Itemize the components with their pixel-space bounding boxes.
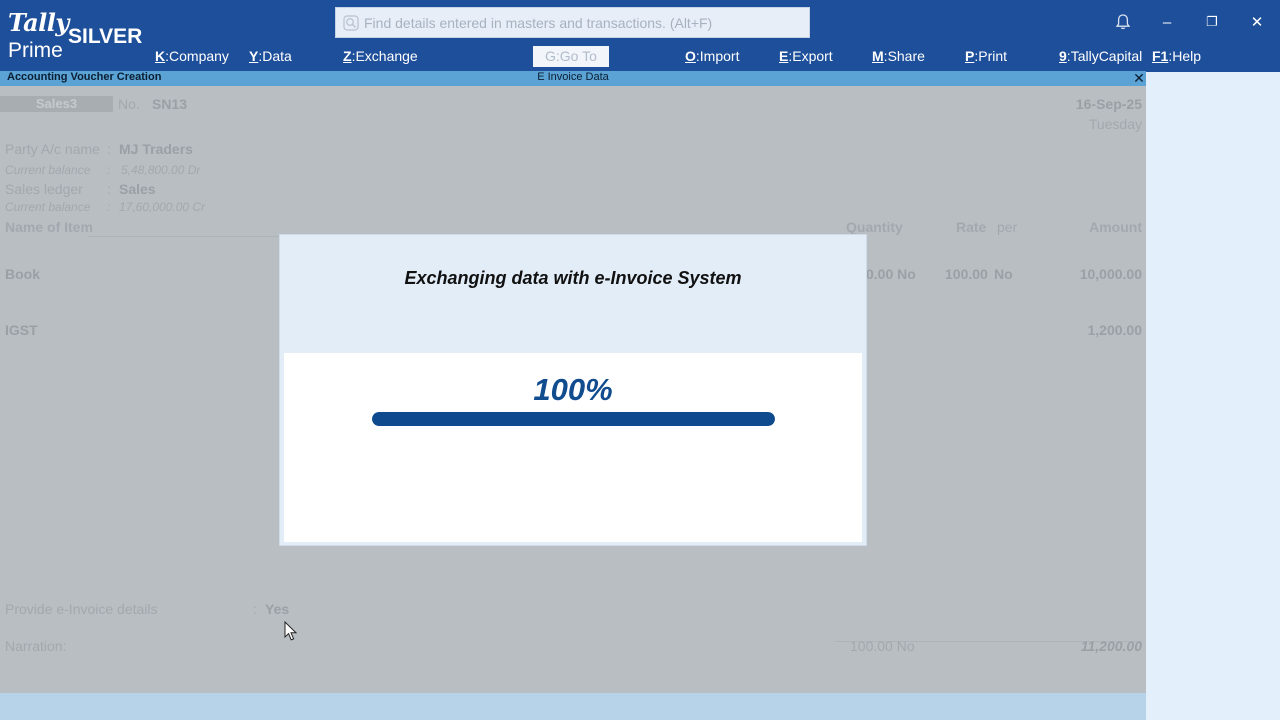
einvoice-details-label: Provide e-Invoice details bbox=[5, 601, 158, 617]
close-screen-button[interactable]: ✕ bbox=[1131, 71, 1147, 86]
menu-label: Go To bbox=[559, 48, 597, 64]
col-quantity: Quantity bbox=[846, 219, 903, 235]
menu-label: Export bbox=[792, 48, 833, 64]
voucher-type-badge: Sales3 bbox=[0, 96, 113, 112]
search-input[interactable] bbox=[364, 8, 804, 37]
voucher-day: Tuesday bbox=[1088, 116, 1142, 132]
menu-label: Data bbox=[262, 48, 292, 64]
item-quantity: 0.00 No bbox=[866, 266, 916, 282]
minimize-button[interactable]: – bbox=[1155, 10, 1179, 34]
menu-key: G bbox=[545, 48, 556, 64]
tax-ledger-name[interactable]: IGST bbox=[5, 322, 38, 338]
menu-key: 9 bbox=[1059, 48, 1067, 64]
einvoice-details-value[interactable]: Yes bbox=[265, 601, 289, 617]
menu-key: P bbox=[965, 48, 975, 64]
item-amount: 10,000.00 bbox=[1079, 266, 1142, 282]
logo-tally-text: Tally bbox=[8, 8, 69, 37]
progress-bar-fill bbox=[372, 412, 775, 426]
tally-prime-logo: Tally Prime SILVER bbox=[6, 8, 146, 68]
menu-share[interactable]: M:Share bbox=[872, 48, 925, 64]
close-window-button[interactable]: ✕ bbox=[1245, 10, 1269, 34]
close-icon: ✕ bbox=[1250, 14, 1264, 31]
menu-key: M bbox=[872, 48, 884, 64]
menu-key: E bbox=[779, 48, 789, 64]
progress-percent: 100% bbox=[533, 372, 613, 407]
party-colon: : bbox=[107, 141, 111, 157]
screen-title-bar: E Invoice Data Accounting Voucher Creati… bbox=[0, 71, 1146, 86]
progress-panel: 100% bbox=[284, 353, 862, 542]
sales-ledger-colon: : bbox=[107, 181, 111, 197]
menu-key: Z bbox=[343, 48, 352, 64]
einvoice-details-colon: : bbox=[253, 601, 257, 617]
edition-label: SILVER bbox=[68, 25, 143, 48]
menu-key: F1 bbox=[1152, 48, 1169, 64]
menu-key: Y bbox=[249, 48, 259, 64]
menu-tallycapital[interactable]: 9:TallyCapital bbox=[1059, 48, 1142, 64]
screen-title: Accounting Voucher Creation bbox=[7, 71, 162, 83]
item-name[interactable]: Book bbox=[5, 266, 40, 282]
progress-bar bbox=[372, 412, 775, 426]
party-label: Party A/c name bbox=[5, 141, 100, 157]
total-amount: 11,200.00 bbox=[1080, 638, 1142, 654]
narration-label: Narration: bbox=[5, 638, 67, 654]
menu-company[interactable]: K:Company bbox=[155, 48, 229, 64]
einvoice-exchange-dialog: Exchanging data with e-Invoice System 10… bbox=[279, 234, 867, 546]
menu-help[interactable]: F1:Help bbox=[1152, 48, 1201, 64]
menu-export[interactable]: E:Export bbox=[779, 48, 833, 64]
close-icon: ✕ bbox=[1133, 70, 1145, 86]
sales-balance-colon: : bbox=[107, 200, 111, 214]
menu-label: Exchange bbox=[355, 48, 418, 64]
party-value[interactable]: MJ Traders bbox=[119, 141, 193, 157]
sales-ledger-value[interactable]: Sales bbox=[119, 181, 156, 197]
menu-label: TallyCapital bbox=[1070, 48, 1143, 64]
menu-data[interactable]: Y:Data bbox=[249, 48, 292, 64]
menu-import[interactable]: O:Import bbox=[685, 48, 739, 64]
voucher-no-label: No. bbox=[118, 96, 140, 112]
party-balance-value: 5,48,800.00 Dr bbox=[121, 163, 201, 177]
voucher-no-value: SN13 bbox=[152, 96, 188, 112]
menu-exchange[interactable]: Z:Exchange bbox=[343, 48, 418, 64]
restore-icon: ❐ bbox=[1206, 14, 1218, 29]
dialog-title: Exchanging data with e-Invoice System bbox=[404, 268, 742, 288]
voucher-date: 16-Sep-25 bbox=[1075, 96, 1142, 112]
sales-balance-label: Current balance bbox=[5, 200, 91, 214]
top-header: Tally Prime SILVER – ❐ ✕ K:Company Y:Dat… bbox=[0, 0, 1280, 72]
item-rate: 100.00 bbox=[945, 266, 988, 282]
item-per: No bbox=[994, 266, 1013, 282]
notification-bell-icon[interactable] bbox=[1111, 10, 1135, 34]
search-icon bbox=[343, 15, 359, 31]
mouse-cursor-icon bbox=[284, 621, 298, 641]
menu-label: Company bbox=[169, 48, 229, 64]
menu-key: O bbox=[685, 48, 696, 64]
sales-ledger-label: Sales ledger bbox=[5, 181, 83, 197]
button-bar-panel bbox=[1146, 72, 1280, 720]
col-rate: Rate bbox=[956, 219, 987, 235]
menu-goto[interactable]: G:Go To bbox=[533, 46, 609, 67]
col-amount: Amount bbox=[1089, 219, 1142, 235]
party-balance-label: Current balance bbox=[5, 163, 91, 177]
tax-amount: 1,200.00 bbox=[1087, 322, 1143, 338]
menu-label: Help bbox=[1172, 48, 1202, 64]
restore-button[interactable]: ❐ bbox=[1200, 10, 1224, 34]
menu-print[interactable]: P:Print bbox=[965, 48, 1007, 64]
minimize-icon: – bbox=[1162, 13, 1172, 31]
total-quantity: 100.00 No bbox=[850, 638, 915, 654]
col-name-of-item: Name of Item bbox=[5, 219, 93, 235]
party-balance-colon: : bbox=[107, 163, 111, 177]
menu-label: Import bbox=[699, 48, 740, 64]
menu-key: K bbox=[155, 48, 166, 64]
report-title: E Invoice Data bbox=[537, 71, 609, 83]
sales-balance-value: 17,60,000.00 Cr bbox=[119, 200, 206, 214]
col-per: per bbox=[997, 219, 1018, 235]
search-box[interactable] bbox=[335, 7, 810, 38]
logo-prime-text: Prime bbox=[8, 39, 63, 62]
bottom-status-strip bbox=[0, 693, 1146, 720]
menu-label: Share bbox=[887, 48, 925, 64]
menu-label: Print bbox=[978, 48, 1008, 64]
